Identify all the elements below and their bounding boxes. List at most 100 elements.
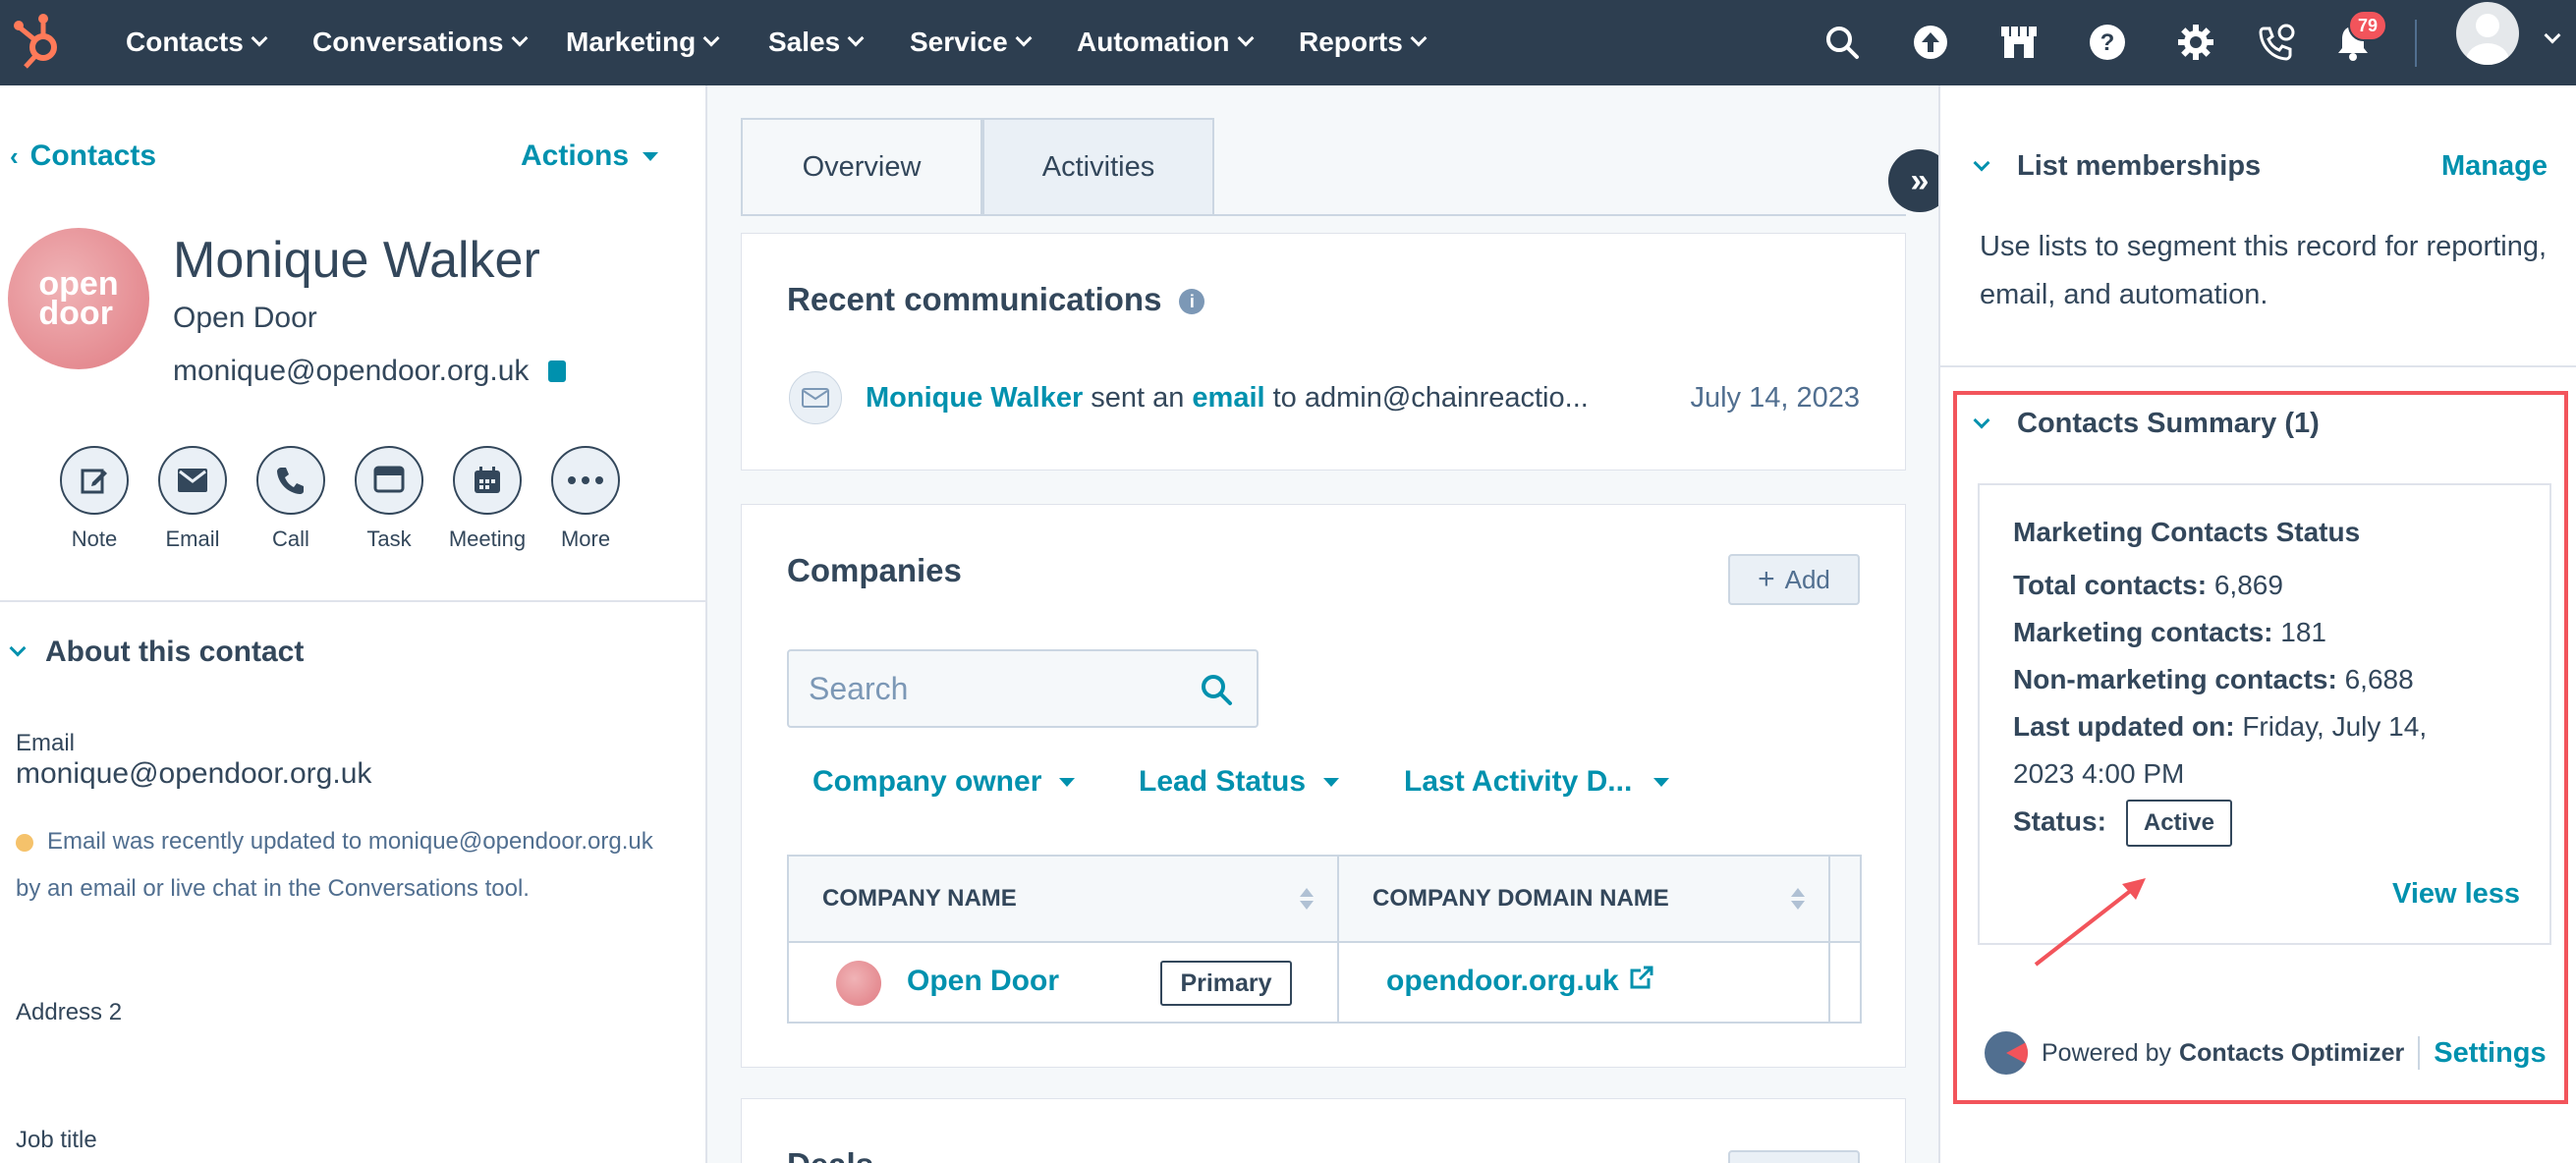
total-contacts-line: Total contacts: 6,869 <box>2013 570 2283 601</box>
nav-marketing[interactable]: Marketing <box>566 18 720 67</box>
calendar-icon <box>453 446 522 515</box>
add-company-button[interactable]: + Add <box>1728 554 1860 605</box>
last-activity-filter[interactable]: Last Activity D... <box>1404 765 1670 799</box>
recipient-text: to admin@chainreactio... <box>1272 381 1589 414</box>
email-field-label: Email <box>16 730 76 756</box>
task-icon <box>355 446 423 515</box>
svg-text:?: ? <box>2100 29 2115 56</box>
meeting-label: Meeting <box>448 526 527 551</box>
search-icon[interactable] <box>1200 673 1233 714</box>
email-label: Email <box>165 526 220 551</box>
calling-icon[interactable] <box>2250 16 2303 69</box>
contact-email-text[interactable]: monique@opendoor.org.uk <box>173 355 529 388</box>
primary-badge: Primary <box>1160 961 1292 1006</box>
lead-status-filter[interactable]: Lead Status <box>1139 765 1340 799</box>
recent-communications-card: Recent communications i Monique Walker se… <box>741 233 1906 471</box>
meeting-button[interactable]: Meeting <box>438 446 536 552</box>
about-section-toggle[interactable]: About this contact <box>9 636 304 669</box>
caret-down-icon <box>1059 777 1076 787</box>
user-avatar[interactable] <box>2456 2 2519 65</box>
hubspot-logo-icon[interactable] <box>12 8 67 75</box>
sender-link[interactable]: Monique Walker <box>866 382 1083 415</box>
chevron-down-icon <box>1973 154 1990 171</box>
companies-title: Companies <box>787 552 962 588</box>
nav-sales[interactable]: Sales <box>768 18 865 67</box>
email-button[interactable]: Email <box>143 446 242 552</box>
last-updated-line-2: 2023 4:00 PM <box>2013 758 2185 789</box>
deals-title: Deals <box>787 1146 873 1163</box>
tab-activities[interactable]: Activities <box>982 118 1214 216</box>
notice-text: Email was recently updated to monique@op… <box>16 828 653 902</box>
column-label: COMPANY NAME <box>822 885 1017 912</box>
info-icon[interactable]: i <box>1179 289 1205 315</box>
view-less-link[interactable]: View less <box>2392 878 2520 911</box>
list-memberships-description: Use lists to segment this record for rep… <box>1980 231 2548 310</box>
task-label: Task <box>366 526 412 551</box>
contacts-optimizer-logo-icon <box>1985 1031 2028 1075</box>
total-label: Total contacts: <box>2013 570 2208 600</box>
nav-reports[interactable]: Reports <box>1299 18 1428 67</box>
envelope-icon <box>158 446 227 515</box>
contact-company[interactable]: Open Door <box>173 302 317 335</box>
section-divider <box>1940 365 2576 367</box>
ellipsis-icon <box>551 446 620 515</box>
more-button[interactable]: More <box>536 446 635 552</box>
chevron-down-icon <box>847 29 865 47</box>
actions-label: Actions <box>521 139 630 172</box>
sort-icon[interactable] <box>1300 888 1314 910</box>
contact-email: monique@opendoor.org.uk <box>173 355 567 388</box>
actions-dropdown[interactable]: Actions <box>521 139 659 173</box>
list-memberships-toggle[interactable]: List memberships <box>1973 150 2261 183</box>
search-placeholder: Search <box>809 670 909 706</box>
companies-search-input[interactable]: Search <box>787 649 1259 728</box>
recent-communications-title: Recent communications i <box>787 281 1205 318</box>
companies-card: Companies + Add Search Company owner Lea… <box>741 504 1906 1068</box>
domain-text: opendoor.org.uk <box>1386 965 1619 997</box>
filter-label: Company owner <box>812 765 1042 798</box>
copy-icon[interactable] <box>548 360 567 382</box>
search-icon[interactable] <box>1816 16 1869 69</box>
nav-service[interactable]: Service <box>910 18 1033 67</box>
upgrade-icon[interactable] <box>1904 16 1957 69</box>
tab-overview[interactable]: Overview <box>741 118 982 216</box>
email-field-value[interactable]: monique@opendoor.org.uk <box>16 757 371 791</box>
contact-avatar[interactable]: open door <box>8 228 149 369</box>
non-marketing-contacts-line: Non-marketing contacts: 6,688 <box>2013 664 2414 695</box>
breadcrumb[interactable]: ‹ Contacts <box>10 139 156 173</box>
nav-contacts[interactable]: Contacts <box>126 18 268 67</box>
company-domain-link[interactable]: opendoor.org.uk <box>1386 965 1654 998</box>
communication-row: Monique Walker sent an email to admin@ch… <box>789 371 1860 424</box>
settings-link[interactable]: Settings <box>2434 1037 2546 1070</box>
add-deal-button[interactable] <box>1728 1150 1860 1163</box>
footer-divider <box>2418 1036 2421 1070</box>
manage-link[interactable]: Manage <box>2441 150 2548 183</box>
settings-icon[interactable] <box>2169 16 2222 69</box>
chevron-down-icon <box>251 29 268 47</box>
nav-conversations[interactable]: Conversations <box>312 18 528 67</box>
task-button[interactable]: Task <box>340 446 438 552</box>
logo-text-door: door <box>38 295 113 332</box>
call-button[interactable]: Call <box>242 446 340 552</box>
column-header-company-domain[interactable]: COMPANY DOMAIN NAME <box>1339 857 1830 943</box>
company-logo-icon <box>836 961 881 1006</box>
company-owner-filter[interactable]: Company owner <box>812 765 1076 799</box>
contact-name[interactable]: Monique Walker <box>173 231 540 290</box>
section-divider <box>0 600 707 602</box>
company-name-link[interactable]: Open Door <box>907 965 1059 998</box>
filter-label: Lead Status <box>1139 765 1307 798</box>
nav-automation[interactable]: Automation <box>1077 18 1255 67</box>
marketing-contacts-line: Marketing contacts: 181 <box>2013 617 2326 648</box>
chevron-down-icon <box>1410 29 1428 47</box>
sort-icon[interactable] <box>1791 888 1805 910</box>
breadcrumb-contacts-link[interactable]: Contacts <box>30 139 156 173</box>
email-link[interactable]: email <box>1192 382 1264 415</box>
note-button[interactable]: Note <box>45 446 143 552</box>
help-icon[interactable]: ? <box>2081 16 2134 69</box>
note-label: Note <box>71 526 118 551</box>
marketplace-icon[interactable] <box>1992 16 2045 69</box>
account-chevron-down-icon[interactable] <box>2544 27 2561 44</box>
column-header-extra <box>1830 857 1860 943</box>
external-link-icon <box>1629 965 1654 998</box>
marketing-value: 181 <box>2280 617 2326 647</box>
column-header-company-name[interactable]: COMPANY NAME <box>789 857 1339 943</box>
